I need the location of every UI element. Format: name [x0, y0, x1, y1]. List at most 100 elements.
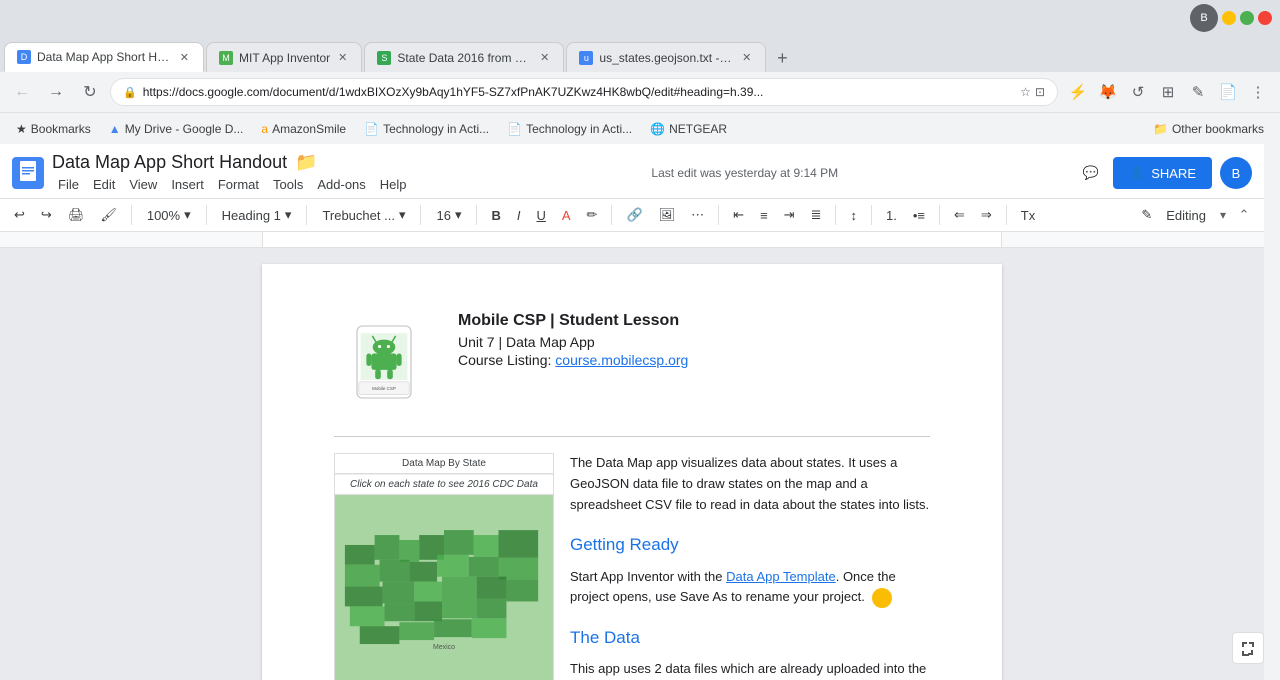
tab-data-map[interactable]: D Data Map App Short Han... ✕: [4, 42, 204, 72]
align-right-button[interactable]: ⇥: [778, 203, 801, 227]
font-select[interactable]: Trebuchet ... ▾: [315, 203, 412, 227]
map-caption: Data Map By State: [335, 454, 553, 474]
tool3-icon[interactable]: 📄: [1214, 78, 1242, 106]
forward-button[interactable]: →: [42, 78, 70, 106]
text-color-button[interactable]: A: [556, 204, 577, 227]
toolbar-sep-5: [476, 205, 477, 225]
clear-format-button[interactable]: Tx: [1015, 204, 1041, 227]
address-bar[interactable]: 🔒 https://docs.google.com/document/d/1wd…: [110, 78, 1058, 106]
bookmark-other[interactable]: 📁 Other bookmarks: [1145, 118, 1272, 140]
print-button[interactable]: 🖨: [62, 203, 91, 227]
redo-button[interactable]: ↪: [35, 203, 58, 227]
comment-icon[interactable]: 💬: [1077, 159, 1105, 187]
the-data-heading: The Data: [570, 624, 930, 651]
close-button[interactable]: [1258, 11, 1272, 25]
netgear-label: NETGEAR: [669, 122, 727, 136]
zoom-select[interactable]: 100% ▾: [140, 203, 198, 227]
maximize-button[interactable]: [1240, 11, 1254, 25]
tab-close-4[interactable]: ✕: [740, 49, 753, 66]
bookmark-bookmarks[interactable]: ★ Bookmarks: [8, 118, 99, 140]
tab-mit[interactable]: M MIT App Inventor ✕: [206, 42, 362, 72]
data-app-template-link[interactable]: Data App Template: [726, 569, 836, 584]
menu-edit[interactable]: Edit: [87, 175, 121, 194]
document-page: Mobile CSP Mobile CSP | Student Lesson U…: [262, 264, 1002, 680]
share-button[interactable]: 👤 SHARE: [1113, 157, 1212, 189]
docs-folder-icon[interactable]: 📁: [295, 152, 317, 173]
toolbar-sep-10: [939, 205, 940, 225]
document-area[interactable]: Mobile CSP Mobile CSP | Student Lesson U…: [0, 248, 1264, 680]
bookmark-tech1[interactable]: 📄 Technology in Acti...: [356, 118, 497, 140]
menu-insert[interactable]: Insert: [165, 175, 210, 194]
user-avatar[interactable]: B: [1220, 157, 1252, 189]
minimize-button[interactable]: [1222, 11, 1236, 25]
paint-format-button[interactable]: 🖌: [94, 203, 123, 227]
doc-header-section: Mobile CSP Mobile CSP | Student Lesson U…: [334, 312, 930, 412]
menu-view[interactable]: View: [123, 175, 163, 194]
new-tab-button[interactable]: +: [768, 44, 796, 72]
doc-text-content: The Data Map app visualizes data about s…: [570, 453, 930, 680]
tool1-icon[interactable]: ⊞: [1154, 78, 1182, 106]
menu-tools[interactable]: Tools: [267, 175, 309, 194]
expand-icon[interactable]: [1232, 632, 1264, 664]
decrease-indent-button[interactable]: ⇐: [948, 203, 971, 227]
tab-state-data[interactable]: S State Data 2016 from CD... ✕: [364, 42, 564, 72]
tab-close-1[interactable]: ✕: [178, 49, 191, 66]
menu-button[interactable]: ⋮: [1244, 78, 1272, 106]
collapse-toolbar-button[interactable]: ⌃: [1232, 203, 1256, 227]
menu-format[interactable]: Format: [212, 175, 265, 194]
line-spacing-button[interactable]: ↕: [844, 204, 863, 227]
align-justify-button[interactable]: ≣: [805, 203, 828, 227]
address-icons: ☆ ⊡: [1020, 85, 1045, 99]
content-area: Data Map App Short Handout 📁 File Edit V…: [0, 144, 1280, 680]
tab-close-3[interactable]: ✕: [538, 49, 551, 66]
menu-addons[interactable]: Add-ons: [311, 175, 371, 194]
highlight-button[interactable]: ✏: [581, 203, 604, 227]
the-data-text1: This app uses 2 data files which are alr…: [570, 661, 926, 680]
course-link[interactable]: course.mobilecsp.org: [555, 352, 688, 368]
tab-close-2[interactable]: ✕: [336, 49, 349, 66]
bookmark-netgear[interactable]: 🌐 NETGEAR: [642, 118, 735, 140]
star-icon[interactable]: ☆: [1020, 85, 1031, 99]
style-select[interactable]: Heading 1 ▾: [215, 203, 299, 227]
bookmark-tech2[interactable]: 📄 Technology in Acti...: [499, 118, 640, 140]
align-center-button[interactable]: ≡: [754, 204, 774, 227]
undo-button[interactable]: ↩: [8, 203, 31, 227]
numbered-list-button[interactable]: 1.: [880, 204, 903, 227]
cast-icon[interactable]: ⊡: [1035, 85, 1045, 99]
menu-help[interactable]: Help: [374, 175, 413, 194]
menu-file[interactable]: File: [52, 175, 85, 194]
align-left-button[interactable]: ⇤: [727, 203, 750, 227]
android-logo: Mobile CSP: [334, 312, 434, 412]
bookmark-amazon[interactable]: a AmazonSmile: [253, 118, 354, 140]
address-text: https://docs.google.com/document/d/1wdxB…: [143, 85, 1014, 99]
tab-geojson[interactable]: u us_states.geojson.txt - G... ✕: [566, 42, 766, 72]
firefox-icon[interactable]: 🦊: [1094, 78, 1122, 106]
sync-icon[interactable]: ↺: [1124, 78, 1152, 106]
back-button[interactable]: ←: [8, 78, 36, 106]
cursor-bubble: [872, 588, 892, 608]
getting-ready-text1: Start App Inventor with the: [570, 569, 726, 584]
zoom-chevron: ▾: [184, 207, 191, 223]
page-content: Data Map App Short Handout 📁 File Edit V…: [0, 144, 1264, 680]
bold-button[interactable]: B: [485, 204, 506, 227]
tech1-label: Technology in Acti...: [383, 122, 489, 136]
right-scrollbar[interactable]: [1264, 144, 1280, 680]
image-button[interactable]: 🖼: [653, 203, 682, 227]
docs-title: Data Map App Short Handout: [52, 152, 287, 173]
editing-chevron-icon[interactable]: ▾: [1220, 208, 1226, 222]
fontsize-select[interactable]: 16 ▾: [429, 203, 468, 227]
increase-indent-button[interactable]: ⇒: [975, 203, 998, 227]
tool2-icon[interactable]: ✎: [1184, 78, 1212, 106]
underline-button[interactable]: U: [530, 204, 551, 227]
italic-button[interactable]: I: [511, 204, 527, 227]
doc-header-unit: Unit 7 | Data Map App: [458, 334, 930, 350]
extensions-button[interactable]: ⚡: [1064, 78, 1092, 106]
reload-button[interactable]: ↻: [76, 78, 104, 106]
bulleted-list-button[interactable]: •≡: [907, 204, 931, 227]
doc-header-course: Course Listing: course.mobilecsp.org: [458, 352, 930, 368]
toolbar-sep-8: [835, 205, 836, 225]
more-button[interactable]: ⋯: [685, 203, 710, 227]
link-button[interactable]: 🔗: [620, 203, 648, 227]
profile-icon[interactable]: B: [1190, 4, 1218, 32]
bookmark-drive[interactable]: ▲ My Drive - Google D...: [101, 118, 252, 140]
